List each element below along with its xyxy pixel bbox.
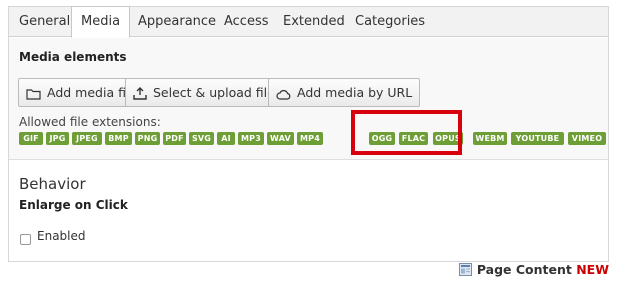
media-elements-title: Media elements [19,50,127,64]
tab-bar: General Media Appearance Access Extended… [9,6,608,38]
ext-badge-webm: WEBM [473,132,507,145]
enabled-checkbox[interactable] [20,234,31,245]
add-media-by-url-label: Add media by URL [297,85,413,100]
new-badge: NEW [576,262,609,277]
behavior-title: Behavior [19,175,86,193]
allowed-extensions-label: Allowed file extensions: [19,115,161,129]
ext-badge-youtube: YOUTUBE [511,132,564,145]
tab-media[interactable]: Media [71,6,131,38]
folder-icon [26,89,41,100]
ext-badge-svg: SVG [189,132,214,145]
tab-appearance[interactable]: Appearance [129,7,225,37]
tab-general[interactable]: General [10,7,79,37]
tab-access[interactable]: Access [215,7,278,37]
enlarge-on-click-label: Enlarge on Click [19,198,128,212]
tab-extended[interactable]: Extended [274,7,354,37]
ext-badge-png: PNG [135,132,160,145]
ext-badge-pdf: PDF [163,132,186,145]
tab-categories[interactable]: Categories [346,7,434,37]
ext-badge-mp4: MP4 [297,132,323,145]
extension-highlight-box [351,110,462,155]
add-media-by-url-button[interactable]: Add media by URL [268,78,421,107]
ext-badge-gif: GIF [19,132,43,145]
add-media-file-label: Add media file [47,85,138,100]
enabled-checkbox-label[interactable]: Enabled [37,229,86,243]
select-upload-files-label: Select & upload files [153,85,282,100]
page-content-label: Page Content [476,262,572,277]
form-panel: General Media Appearance Access Extended… [8,6,609,262]
ext-badge-wav: WAV [267,132,294,145]
cloud-icon [276,90,291,100]
behavior-section: Behavior Enlarge on Click Enabled [9,161,608,261]
ext-badge-jpg: JPG [46,132,69,145]
select-upload-files-button[interactable]: Select & upload files [125,78,290,107]
ext-badge-jpeg: JPEG [72,132,102,145]
media-elements-section: Media elements Add media file Select & u… [9,38,608,160]
ext-badge-ai: AI [217,132,235,145]
page-content-icon [458,263,472,276]
upload-icon [133,87,147,100]
page-content-new-footer[interactable]: Page Content NEW [458,262,609,278]
ext-badge-vimeo: VIMEO [568,132,606,145]
ext-badge-mp3: MP3 [238,132,264,145]
ext-badge-bmp: BMP [105,132,132,145]
